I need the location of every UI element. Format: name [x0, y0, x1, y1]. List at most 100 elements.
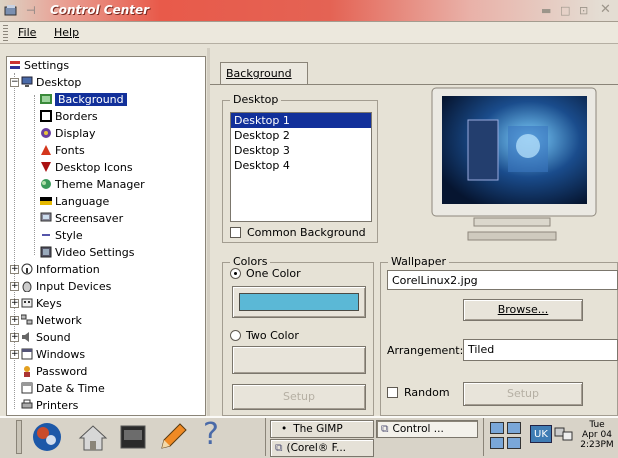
panel-handle[interactable]: [16, 420, 22, 454]
expander-information[interactable]: +: [10, 265, 19, 274]
expander-network[interactable]: +: [10, 316, 19, 325]
clock-day: Tue: [589, 420, 605, 430]
clock-date: Apr 04: [582, 430, 612, 440]
arrangement-select[interactable]: Tiled: [463, 339, 618, 361]
tree-item-date-time[interactable]: Date & Time: [21, 380, 105, 397]
tree-item-password[interactable]: Password: [21, 363, 87, 380]
maximize-icon[interactable]: □: [560, 4, 570, 17]
window-title: Control Center: [50, 3, 150, 17]
expander-desktop[interactable]: −: [10, 78, 19, 87]
tree-item-sound[interactable]: Sound: [21, 329, 71, 346]
tree-item-network[interactable]: Network: [21, 312, 82, 329]
menu-file[interactable]: File: [18, 26, 36, 39]
printers-icon: [21, 399, 33, 409]
colors-setup-button[interactable]: Setup: [232, 384, 366, 410]
clock[interactable]: Tue Apr 04 2:23PM: [578, 420, 616, 450]
app-menu-icon[interactable]: [4, 4, 18, 17]
tree-item-display[interactable]: Display: [40, 125, 96, 142]
list-item[interactable]: Desktop 2: [231, 128, 371, 143]
tree-root-settings[interactable]: Settings: [9, 57, 69, 74]
common-background-checkbox[interactable]: [230, 227, 241, 238]
random-label: Random: [404, 386, 450, 399]
browse-button[interactable]: Browse...: [463, 299, 583, 321]
fonts-icon: [41, 145, 51, 155]
list-item[interactable]: Desktop 4: [231, 158, 371, 173]
clock-time: 2:23PM: [580, 440, 614, 450]
windows-icon: [21, 348, 33, 360]
task-gimp[interactable]: • The GIMP: [270, 420, 374, 438]
menu-help[interactable]: Help: [54, 26, 79, 39]
random-checkbox[interactable]: [387, 387, 398, 398]
tree-item-fonts[interactable]: Fonts: [40, 142, 85, 159]
input-devices-icon: [22, 281, 32, 292]
pager-desktop-1[interactable]: [490, 422, 504, 434]
tree-item-desktop-icons[interactable]: Desktop Icons: [40, 159, 133, 176]
borders-icon: [40, 110, 52, 122]
network-tray-icon[interactable]: [554, 425, 574, 443]
tree-item-keys[interactable]: Keys: [21, 295, 62, 312]
tab-background[interactable]: Background: [220, 62, 308, 84]
task-corel[interactable]: ⧉ (Corel® F...: [270, 439, 374, 457]
kde-menu-icon[interactable]: [30, 420, 64, 454]
one-color-button[interactable]: [232, 286, 366, 318]
background-icon: [40, 94, 52, 104]
close-icon[interactable]: ✕: [600, 2, 611, 17]
tree-item-background[interactable]: Background: [40, 91, 127, 108]
tab-panel-border: [210, 84, 618, 85]
tree-item-style[interactable]: Style: [40, 227, 83, 244]
one-color-radio[interactable]: [230, 268, 241, 279]
tree-item-video-settings[interactable]: Video Settings: [40, 244, 134, 261]
tree-item-input-devices[interactable]: Input Devices: [21, 278, 111, 295]
minimize-icon[interactable]: ▬: [541, 4, 551, 17]
date-time-icon: [21, 382, 33, 394]
title-bar[interactable]: ⊣ Control Center ▬ □ ⊡ ✕: [0, 0, 618, 22]
desktop-icon: [21, 76, 33, 87]
pin-icon[interactable]: ⊣: [26, 4, 40, 17]
list-item[interactable]: Desktop 3: [231, 143, 371, 158]
pager-desktop-2[interactable]: [507, 422, 521, 434]
home-folder-icon[interactable]: [76, 420, 110, 454]
restore-icon[interactable]: ⊡: [579, 4, 588, 17]
expander-input-devices[interactable]: +: [10, 282, 19, 291]
wallpaper-setup-button[interactable]: Setup: [463, 382, 583, 406]
tree-item-information[interactable]: Information: [21, 261, 100, 278]
expander-windows[interactable]: +: [10, 350, 19, 359]
theme-manager-icon: [41, 179, 51, 189]
one-color-label: One Color: [246, 267, 301, 280]
settings-tree[interactable]: Settings − Desktop Background Borders Di…: [6, 56, 206, 416]
pager-desktop-4[interactable]: [507, 437, 521, 449]
password-icon: [24, 366, 30, 377]
common-background-label: Common Background: [247, 226, 366, 239]
desktop-list[interactable]: Desktop 1 Desktop 2 Desktop 3 Desktop 4: [230, 112, 372, 222]
tree-item-theme-manager[interactable]: Theme Manager: [40, 176, 145, 193]
splitter[interactable]: [207, 48, 210, 416]
tree-item-desktop[interactable]: Desktop: [21, 74, 81, 91]
toolbar-grip[interactable]: [3, 25, 8, 41]
desktop-group-title: Desktop: [230, 93, 282, 106]
expander-sound[interactable]: +: [10, 333, 19, 342]
help-icon[interactable]: ?: [203, 418, 219, 452]
keyboard-layout-indicator[interactable]: UK: [530, 425, 552, 443]
information-icon: [21, 263, 33, 275]
keys-icon: [21, 298, 33, 308]
expander-keys[interactable]: +: [10, 299, 19, 308]
wallpaper-file-input[interactable]: CorelLinux2.jpg: [387, 270, 618, 290]
tree-item-language[interactable]: Language: [40, 193, 109, 210]
task-control-center[interactable]: ⧉ Control ...: [376, 420, 478, 438]
tree-item-printers[interactable]: Printers: [21, 397, 78, 414]
language-icon: [40, 197, 52, 205]
tree-item-screensaver[interactable]: Screensaver: [40, 210, 123, 227]
network-icon: [21, 314, 33, 325]
color-swatch: [239, 293, 359, 311]
sound-icon: [22, 332, 29, 342]
tree-item-windows[interactable]: Windows: [21, 346, 85, 363]
terminal-icon[interactable]: [116, 420, 150, 454]
two-color-radio[interactable]: [230, 330, 241, 341]
pager-desktop-3[interactable]: [490, 437, 504, 449]
style-icon: [42, 234, 50, 236]
two-color-button[interactable]: [232, 346, 366, 374]
list-item[interactable]: Desktop 1: [231, 113, 371, 128]
menu-bar: File Help: [0, 22, 618, 44]
editor-pencil-icon[interactable]: [156, 420, 190, 454]
tree-item-borders[interactable]: Borders: [40, 108, 98, 125]
